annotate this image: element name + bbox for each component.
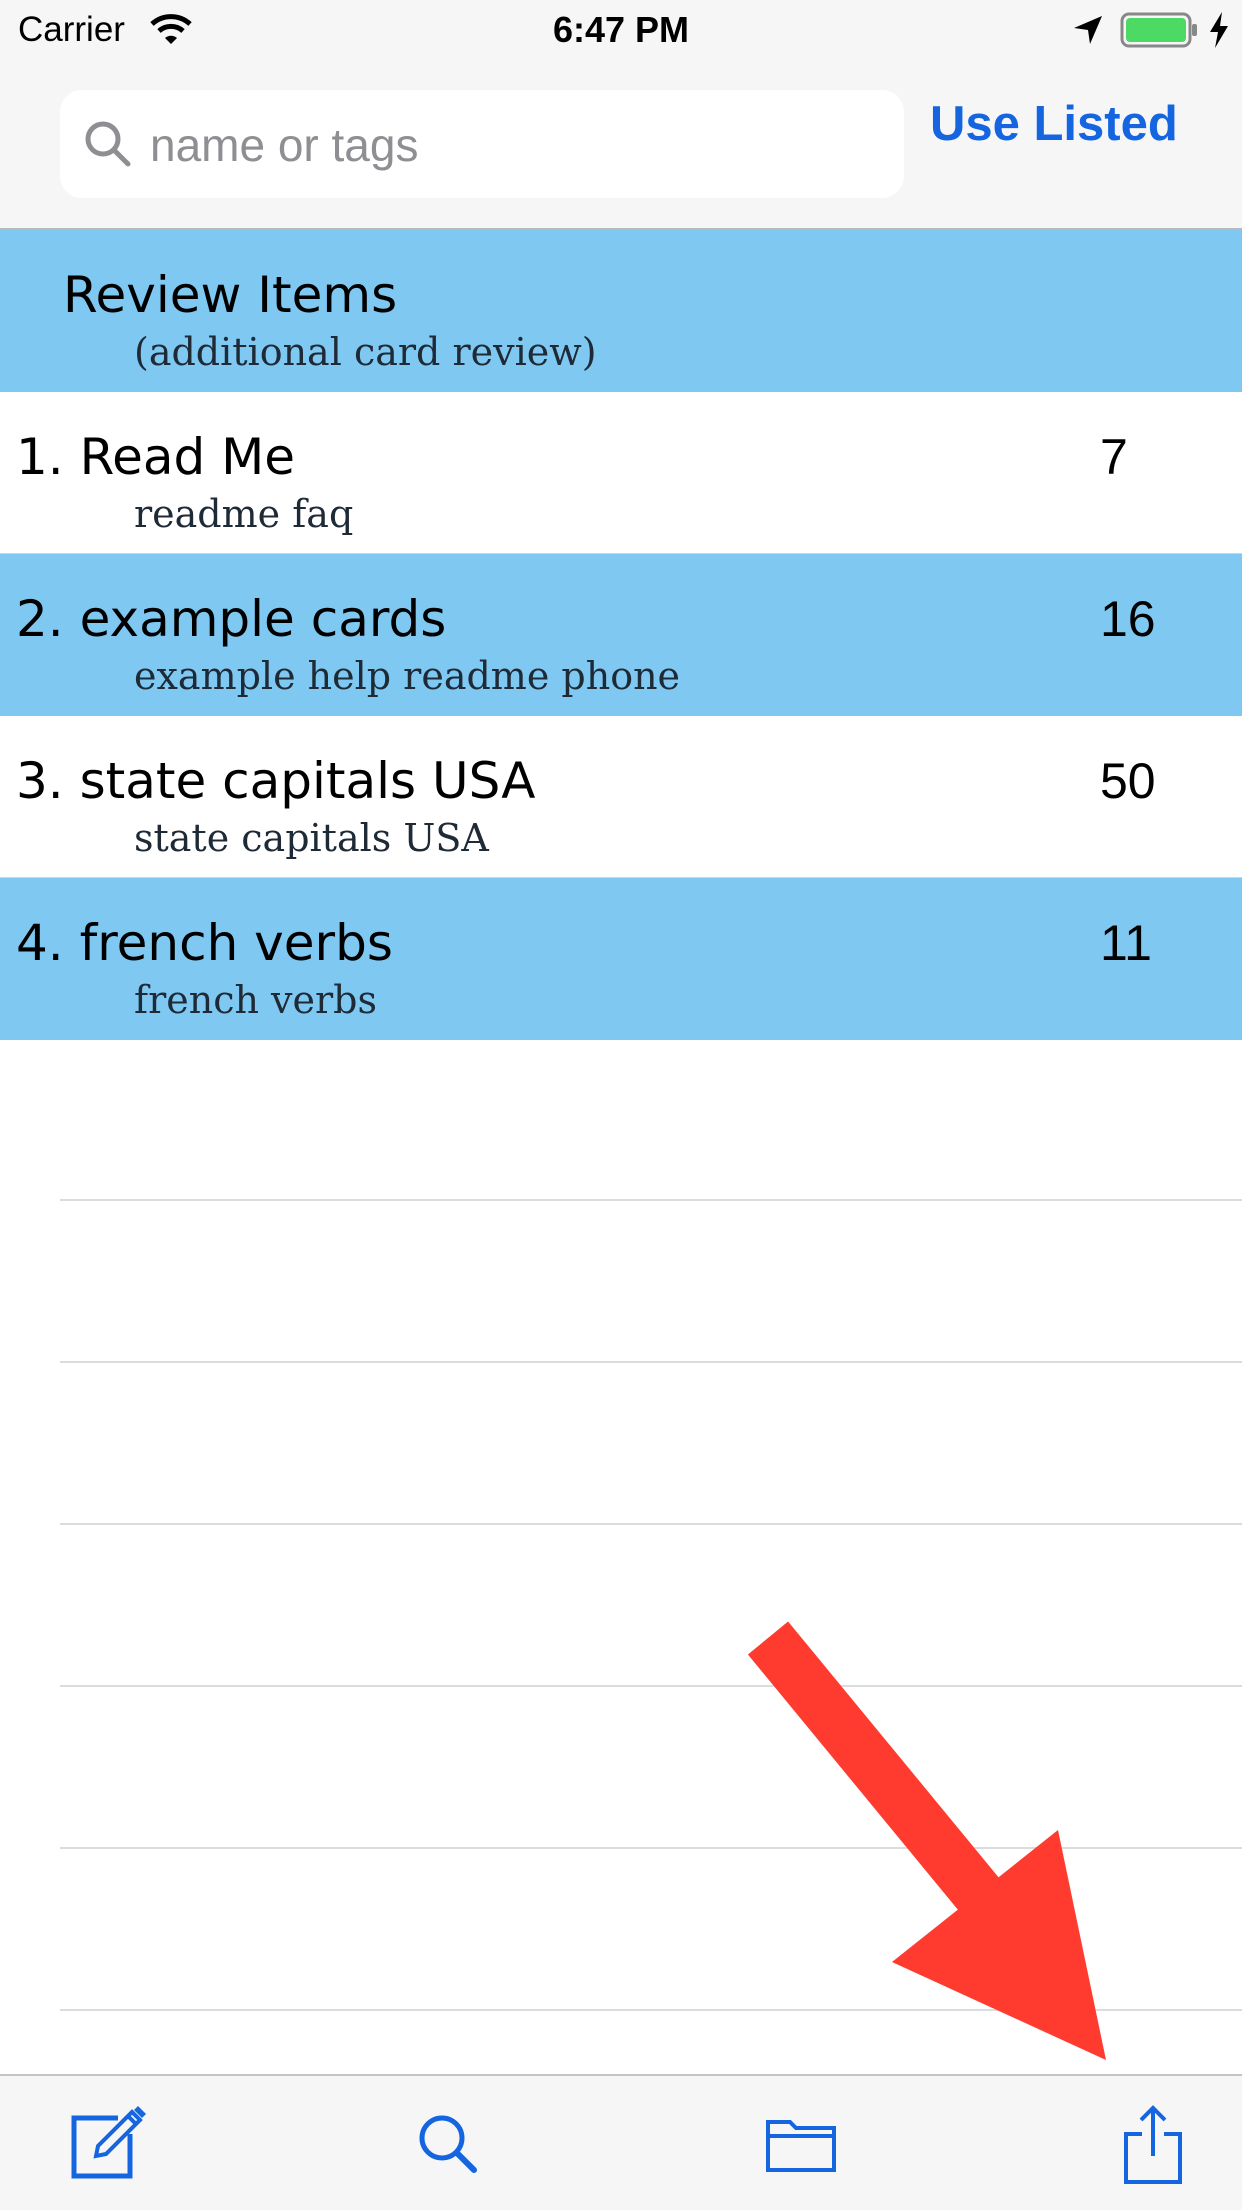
deck-title: 1. Read Me bbox=[16, 428, 296, 486]
deck-row[interactable]: 3. state capitals USA state capitals USA… bbox=[0, 716, 1242, 878]
deck-title: 3. state capitals USA bbox=[16, 752, 536, 810]
empty-row-separator bbox=[60, 1523, 1242, 1525]
deck-card-count: 16 bbox=[1100, 591, 1156, 647]
deck-row[interactable]: 1. Read Me readme faq 7 bbox=[0, 392, 1242, 554]
review-items-title: Review Items bbox=[63, 266, 398, 324]
deck-card-count: 50 bbox=[1100, 753, 1156, 809]
compose-icon[interactable] bbox=[66, 2104, 146, 2184]
empty-row-separator bbox=[60, 1847, 1242, 1849]
deck-tags: example help readme phone bbox=[134, 654, 681, 698]
empty-row-separator bbox=[60, 1685, 1242, 1687]
review-items-row[interactable]: Review Items (additional card review) bbox=[0, 230, 1242, 392]
empty-row-separator bbox=[60, 2009, 1242, 2011]
charging-bolt-icon bbox=[1208, 12, 1230, 52]
deck-title: 4. french verbs bbox=[16, 914, 393, 972]
share-icon[interactable] bbox=[1114, 2104, 1194, 2184]
folder-icon[interactable] bbox=[762, 2104, 842, 2184]
battery-icon bbox=[1120, 12, 1200, 52]
bottom-toolbar bbox=[0, 2074, 1242, 2210]
deck-title: 2. example cards bbox=[16, 590, 447, 648]
deck-tags: state capitals USA bbox=[134, 816, 489, 860]
status-bar: Carrier 6:47 PM bbox=[0, 0, 1242, 62]
empty-row-separator bbox=[60, 1199, 1242, 1201]
clock: 6:47 PM bbox=[552, 9, 690, 50]
search-field[interactable] bbox=[60, 90, 904, 200]
deck-row[interactable]: 4. french verbs french verbs 11 bbox=[0, 878, 1242, 1040]
use-listed-button[interactable]: Use Listed bbox=[930, 96, 1210, 156]
review-items-subtitle: (additional card review) bbox=[134, 330, 597, 374]
deck-card-count: 7 bbox=[1100, 429, 1128, 485]
search-input[interactable] bbox=[148, 90, 882, 200]
search-icon[interactable] bbox=[408, 2104, 488, 2184]
search-bar: Use Listed bbox=[0, 62, 1242, 230]
search-icon bbox=[84, 120, 132, 172]
empty-row-separator bbox=[60, 1361, 1242, 1363]
deck-card-count: 11 bbox=[1100, 915, 1152, 971]
deck-tags: readme faq bbox=[134, 492, 354, 536]
deck-row[interactable]: 2. example cards example help readme pho… bbox=[0, 554, 1242, 716]
location-arrow-icon bbox=[1072, 14, 1104, 50]
deck-tags: french verbs bbox=[134, 978, 377, 1022]
